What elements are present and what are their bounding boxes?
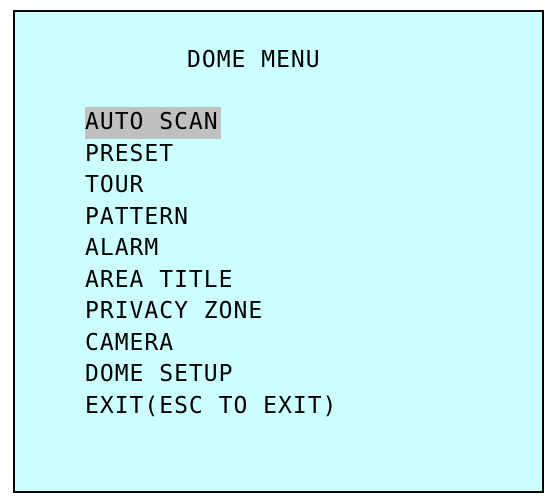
menu-title: DOME MENU (187, 47, 321, 73)
menu-item-privacy-zone[interactable]: PRIVACY ZONE (85, 296, 265, 328)
menu-item-preset[interactable]: PRESET (85, 139, 176, 171)
menu-item-area-title[interactable]: AREA TITLE (85, 265, 235, 297)
dome-menu-panel: DOME MENU AUTO SCAN PRESET TOUR PATTERN … (13, 10, 544, 493)
menu-item-exit[interactable]: EXIT(ESC TO EXIT) (85, 391, 339, 423)
menu-item-tour[interactable]: TOUR (85, 170, 146, 202)
menu-list: AUTO SCAN PRESET TOUR PATTERN ALARM AREA… (85, 107, 339, 422)
menu-item-auto-scan[interactable]: AUTO SCAN (85, 107, 221, 139)
menu-item-alarm[interactable]: ALARM (85, 233, 161, 265)
menu-item-camera[interactable]: CAMERA (85, 328, 176, 360)
menu-item-pattern[interactable]: PATTERN (85, 202, 191, 234)
menu-item-dome-setup[interactable]: DOME SETUP (85, 359, 235, 391)
